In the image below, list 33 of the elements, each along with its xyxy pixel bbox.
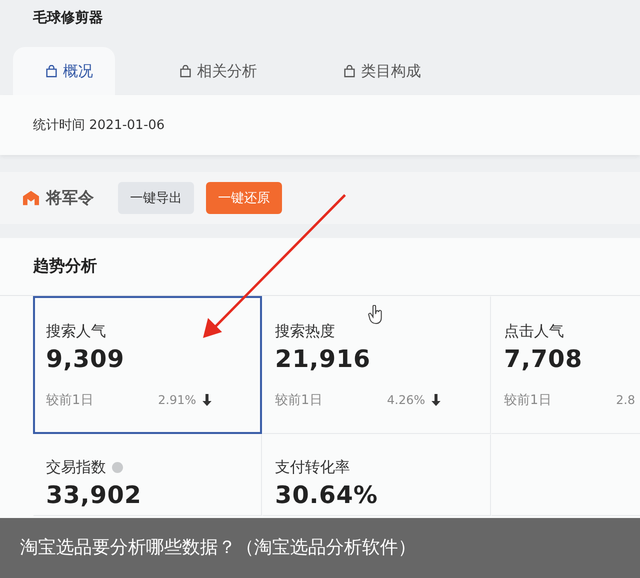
bag-icon [343, 64, 356, 78]
compare-label: 较前1日 [504, 392, 552, 409]
metric-card[interactable]: 搜索人气 9,309 较前1日 2.91% [33, 296, 262, 434]
metric-card[interactable]: 交易指数 33,902 [33, 434, 262, 516]
metric-value: 7,708 [504, 345, 584, 375]
metric-label: 搜索热度 [275, 322, 335, 340]
export-button[interactable]: 一键导出 [118, 182, 194, 214]
metric-label: 支付转化率 [275, 458, 350, 476]
metric-card[interactable]: 支付转化率 30.64% [262, 434, 491, 516]
tab[interactable]: 类目构成 [311, 47, 443, 95]
metric-label: 搜索人气 [46, 322, 106, 340]
caption-banner: 淘宝选品要分析哪些数据？（淘宝选品分析软件） [0, 518, 640, 578]
compare-label: 较前1日 [46, 392, 94, 409]
hand-cursor-icon [368, 305, 384, 325]
change-value: 2.8 [616, 393, 636, 407]
bag-icon [179, 64, 192, 78]
brand-name: 将军令 [46, 188, 94, 208]
tab[interactable]: 相关分析 [147, 47, 279, 95]
bag-icon [45, 64, 58, 78]
change-value: 2.91% [158, 393, 196, 407]
metric-value: 21,916 [275, 345, 372, 375]
metric-label: 交易指数 [46, 458, 106, 476]
change-value: 4.26% [387, 393, 426, 407]
stat-date: 统计时间 2021-01-06 [33, 117, 165, 134]
metric-label: 点击人气 [504, 322, 564, 340]
product-title: 毛球修剪器 [32, 8, 104, 28]
compare-label: 较前1日 [275, 392, 324, 409]
logo-icon [22, 190, 40, 206]
metric-value: 30.64% [275, 481, 379, 511]
metric-value: 9,309 [46, 345, 126, 375]
metric-value: 33,902 [46, 481, 143, 511]
metric-card[interactable]: 搜索热度 21,916 较前1日 4.26% [262, 296, 491, 434]
tab[interactable]: 概况 [13, 47, 115, 95]
